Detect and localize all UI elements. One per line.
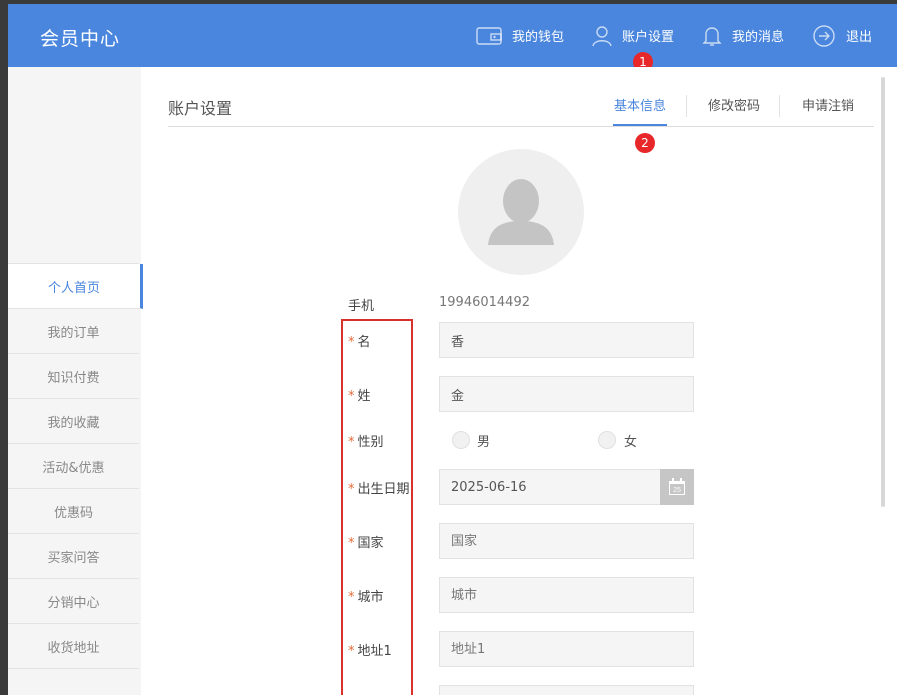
sidebar-item-label: 买家问答: [47, 550, 100, 566]
tab-apply-cancellation[interactable]: 申请注销: [802, 95, 854, 114]
nav-logout[interactable]: 退出: [812, 4, 872, 67]
nav-messages[interactable]: 我的消息: [702, 4, 784, 67]
sidebar-item-label: 收货地址: [47, 640, 100, 656]
tab-basic-info[interactable]: 基本信息: [614, 95, 666, 114]
sidebar-item-favorites[interactable]: 我的收藏: [8, 399, 139, 444]
step-badge-2: 2: [635, 133, 655, 153]
nav-messages-label: 我的消息: [732, 30, 785, 45]
nav-account-settings-label: 账户设置: [622, 30, 675, 45]
tab-change-password[interactable]: 修改密码: [708, 95, 760, 114]
sidebar-item-coupon-code[interactable]: 优惠码: [8, 489, 139, 534]
address1-input[interactable]: [439, 631, 694, 667]
gender-female-radio[interactable]: [598, 431, 616, 449]
main-content: 账户设置 基本信息 修改密码 申请注销 2 手机 19946014492 * 名 …: [143, 67, 897, 695]
last-name-input[interactable]: [439, 376, 694, 412]
gender-female-label: 女: [624, 435, 638, 450]
sidebar-item-orders[interactable]: 我的订单: [8, 309, 139, 354]
user-icon: [592, 25, 612, 46]
nav-wallet-label: 我的钱包: [512, 30, 565, 45]
sidebar: 个人首页 我的订单 知识付费 我的收藏 活动&优惠 优惠码 买家问答 分销中心 …: [8, 67, 143, 695]
sidebar-item-label: 分销中心: [47, 595, 100, 611]
page-title: 账户设置: [168, 99, 233, 118]
phone-value: 19946014492: [439, 295, 530, 310]
nav-wallet[interactable]: 我的钱包: [476, 4, 564, 67]
sidebar-item-promotions[interactable]: 活动&优惠: [8, 444, 139, 489]
label-highlight-box: [341, 319, 413, 695]
address2-input[interactable]: [439, 685, 694, 695]
sidebar-item-label: 活动&优惠: [42, 460, 105, 476]
sidebar-item-shipping-address[interactable]: 收货地址: [8, 624, 139, 669]
bell-icon: [702, 26, 722, 46]
sidebar-item-label: 我的订单: [47, 325, 100, 341]
phone-label: 手机: [348, 299, 375, 314]
sidebar-item-paid-knowledge[interactable]: 知识付费: [8, 354, 139, 399]
city-input[interactable]: [439, 577, 694, 613]
sidebar-item-label: 优惠码: [53, 505, 93, 521]
title-divider: [168, 126, 874, 127]
sidebar-item-home[interactable]: 个人首页: [8, 264, 143, 309]
tab-divider: [686, 95, 687, 117]
app-window: 会员中心 我的钱包 账户设置 1 我的消息 退出 个人首页 我的订单 知识付费 …: [8, 4, 897, 695]
birthday-input[interactable]: [439, 469, 694, 505]
wallet-icon: [476, 26, 502, 45]
top-header: 会员中心 我的钱包 账户设置 1 我的消息 退出: [8, 4, 897, 72]
calendar-button[interactable]: 25: [660, 469, 694, 505]
brand-title: 会员中心: [40, 28, 121, 50]
first-name-input[interactable]: [439, 322, 694, 358]
sidebar-item-distribution[interactable]: 分销中心: [8, 579, 139, 624]
logout-icon: [813, 24, 835, 47]
sidebar-item-label: 知识付费: [47, 370, 100, 386]
tab-divider: [779, 95, 780, 117]
calendar-day-text: 25: [673, 487, 681, 494]
sidebar-item-label: 我的收藏: [47, 415, 100, 431]
sidebar-item-label: 个人首页: [47, 280, 100, 296]
gender-male-radio[interactable]: [452, 431, 470, 449]
gender-male-label: 男: [477, 435, 491, 450]
avatar[interactable]: [458, 149, 584, 275]
sidebar-item-buyer-qa[interactable]: 买家问答: [8, 534, 139, 579]
calendar-icon: 25: [669, 478, 685, 495]
country-input[interactable]: [439, 523, 694, 559]
scrollbar[interactable]: [881, 77, 885, 507]
nav-logout-label: 退出: [846, 30, 873, 45]
avatar-placeholder-icon: [488, 179, 554, 245]
